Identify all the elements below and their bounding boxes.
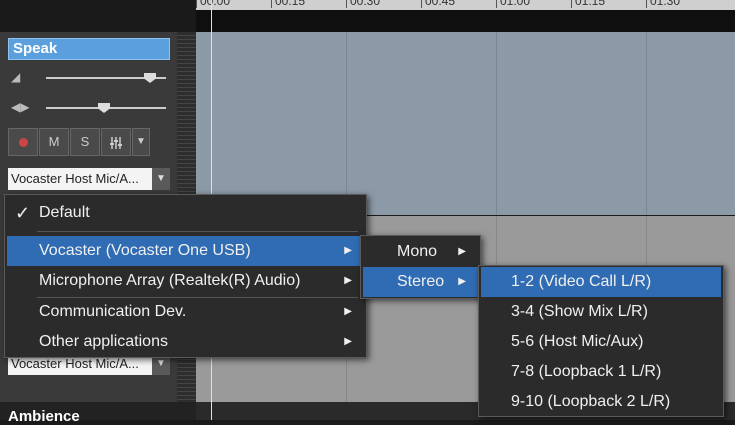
submenu-arrow-icon: ▶ xyxy=(344,306,352,317)
input-device-menu: ✓ Default Vocaster (Vocaster One USB) ▶ … xyxy=(4,194,367,358)
submenu-arrow-icon: ▶ xyxy=(458,246,466,257)
tick-label: 01:00 xyxy=(500,0,531,8)
input-device-value: Vocaster Host Mic/A... xyxy=(8,168,152,190)
menu-item-label: Default xyxy=(39,204,90,221)
solo-button[interactable]: S xyxy=(70,128,100,156)
tick-label: 00:15 xyxy=(275,0,306,8)
pan-thumb[interactable] xyxy=(98,103,110,113)
ruler-tick: 00:45 xyxy=(421,0,455,8)
menu-item-label: Vocaster (Vocaster One USB) xyxy=(39,242,251,259)
mute-button[interactable]: M xyxy=(39,128,69,156)
channel-pair-submenu: 1-2 (Video Call L/R) 3-4 (Show Mix L/R) … xyxy=(478,265,724,417)
ruler-tick: 00:15 xyxy=(271,0,305,8)
menu-item-label: 9-10 (Loopback 2 L/R) xyxy=(511,393,671,410)
menu-item-other-applications[interactable]: Other applications ▶ xyxy=(7,327,364,357)
next-track-name[interactable]: Ambience xyxy=(8,408,80,425)
input-device-select[interactable]: Vocaster Host Mic/A... ▼ xyxy=(8,168,170,190)
menu-item-label: 1-2 (Video Call L/R) xyxy=(511,273,652,290)
menu-item-channel-1-2[interactable]: 1-2 (Video Call L/R) xyxy=(481,267,721,297)
menu-item-channel-5-6[interactable]: 5-6 (Host Mic/Aux) xyxy=(481,327,721,357)
submenu-arrow-icon: ▶ xyxy=(344,336,352,347)
ruler-tick: 01:00 xyxy=(496,0,530,8)
checkmark-icon: ✓ xyxy=(15,203,31,223)
ruler-tick: 00:00 xyxy=(196,0,230,8)
volume-track xyxy=(46,73,166,83)
pan-track xyxy=(46,103,166,113)
menu-item-mono[interactable]: Mono ▶ xyxy=(363,237,478,267)
track-name-field[interactable]: Speak xyxy=(8,38,170,60)
tick-label: 01:30 xyxy=(650,0,681,8)
submenu-arrow-icon: ▶ xyxy=(344,245,352,256)
volume-slider[interactable]: ◢ xyxy=(8,70,170,86)
pan-icon: ◀▶ xyxy=(11,100,30,114)
menu-item-label: 5-6 (Host Mic/Aux) xyxy=(511,333,644,350)
ruler-tick: 01:15 xyxy=(571,0,605,8)
record-icon xyxy=(18,138,28,148)
menu-item-label: 3-4 (Show Mix L/R) xyxy=(511,303,648,320)
submenu-arrow-icon: ▶ xyxy=(458,276,466,287)
menu-item-label: 7-8 (Loopback 1 L/R) xyxy=(511,363,662,380)
fx-icon xyxy=(110,136,122,149)
menu-item-vocaster[interactable]: Vocaster (Vocaster One USB) ▶ xyxy=(7,236,364,266)
ruler-ticks: 00:00 00:15 00:30 00:45 01:00 01:15 01:3… xyxy=(196,0,735,10)
grid-line xyxy=(496,32,497,215)
pan-slider[interactable]: ◀▶ xyxy=(8,100,170,116)
track-options-button[interactable]: ▼ xyxy=(132,128,150,156)
menu-separator xyxy=(37,231,358,232)
track-buttons: M S ▼ xyxy=(8,128,150,158)
menu-item-label: Other applications xyxy=(39,333,168,350)
submenu-arrow-icon: ▶ xyxy=(344,275,352,286)
menu-item-label: Stereo xyxy=(397,273,445,290)
timeline-ruler[interactable]: 00:00 00:15 00:30 00:45 01:00 01:15 01:3… xyxy=(196,0,735,32)
ruler-tick: 01:30 xyxy=(646,0,680,8)
ruler-tick: 00:30 xyxy=(346,0,380,8)
menu-item-stereo[interactable]: Stereo ▶ xyxy=(363,267,478,297)
menu-item-channel-7-8[interactable]: 7-8 (Loopback 1 L/R) xyxy=(481,357,721,387)
tick-label: 01:15 xyxy=(575,0,606,8)
record-arm-button[interactable] xyxy=(8,128,38,156)
menu-item-label: Microphone Array (Realtek(R) Audio) xyxy=(39,272,301,289)
menu-item-channel-3-4[interactable]: 3-4 (Show Mix L/R) xyxy=(481,297,721,327)
grid-line xyxy=(346,32,347,215)
speak-track-lane[interactable] xyxy=(196,32,735,215)
menu-item-default[interactable]: ✓ Default xyxy=(7,198,364,228)
menu-item-microphone-array[interactable]: Microphone Array (Realtek(R) Audio) ▶ xyxy=(7,266,364,296)
speaker-icon: ◢ xyxy=(11,70,21,84)
tick-label: 00:00 xyxy=(200,0,231,8)
menu-item-channel-9-10[interactable]: 9-10 (Loopback 2 L/R) xyxy=(481,387,721,417)
menu-item-label: Mono xyxy=(397,243,438,260)
tick-label: 00:45 xyxy=(425,0,456,8)
menu-item-label: Communication Dev. xyxy=(39,303,187,320)
chevron-down-icon[interactable]: ▼ xyxy=(152,168,170,190)
fx-button[interactable] xyxy=(101,128,131,156)
tick-label: 00:30 xyxy=(350,0,381,8)
volume-thumb[interactable] xyxy=(144,73,156,83)
channel-mode-submenu: Mono ▶ Stereo ▶ xyxy=(360,235,481,299)
grid-line xyxy=(646,32,647,215)
menu-item-communication-dev[interactable]: Communication Dev. ▶ xyxy=(7,297,364,327)
